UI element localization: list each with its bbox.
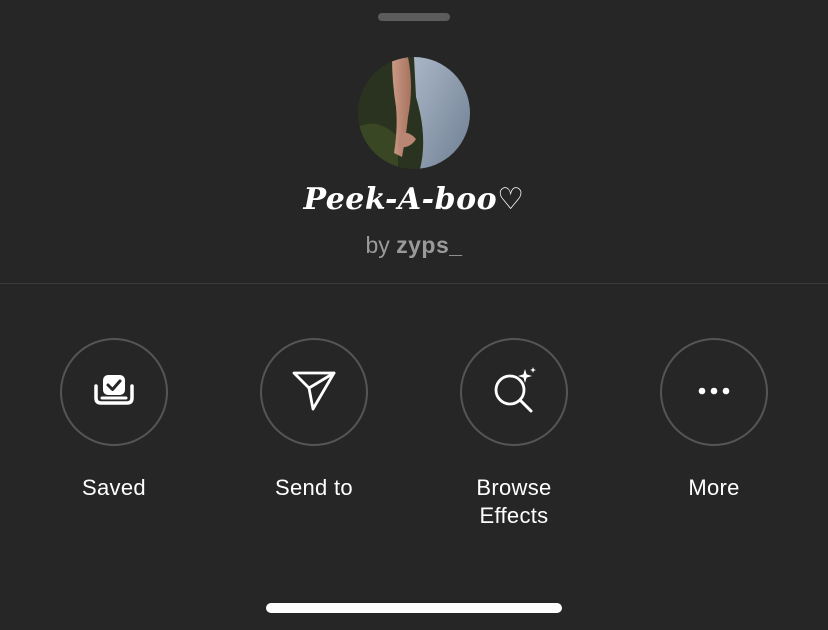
browse-effects-icon — [489, 365, 539, 420]
effect-thumbnail — [358, 57, 470, 169]
more-button-circle[interactable] — [660, 338, 768, 446]
more-button[interactable]: More — [614, 338, 814, 502]
divider — [0, 283, 828, 284]
byline-prefix: by — [365, 232, 390, 258]
saved-icon — [90, 372, 138, 413]
more-label: More — [688, 475, 740, 500]
browse-effects-label: Browse Effects — [476, 475, 552, 528]
send-to-label: Send to — [275, 475, 353, 500]
home-indicator[interactable] — [266, 603, 562, 613]
saved-label: Saved — [82, 475, 146, 500]
more-icon — [697, 383, 731, 401]
send-to-button-circle[interactable] — [260, 338, 368, 446]
browse-effects-button[interactable]: Browse Effects — [414, 338, 614, 530]
browse-effects-button-circle[interactable] — [460, 338, 568, 446]
creator-username[interactable]: zyps_ — [396, 232, 462, 258]
saved-button[interactable]: Saved — [14, 338, 214, 502]
sheet-grabber-handle[interactable] — [378, 13, 450, 21]
effect-byline[interactable]: by zyps_ — [0, 232, 828, 259]
send-to-button[interactable]: Send to — [214, 338, 414, 502]
send-icon — [290, 368, 338, 417]
saved-button-circle[interactable] — [60, 338, 168, 446]
effect-title: Peek-A-boo♡ — [303, 182, 525, 217]
